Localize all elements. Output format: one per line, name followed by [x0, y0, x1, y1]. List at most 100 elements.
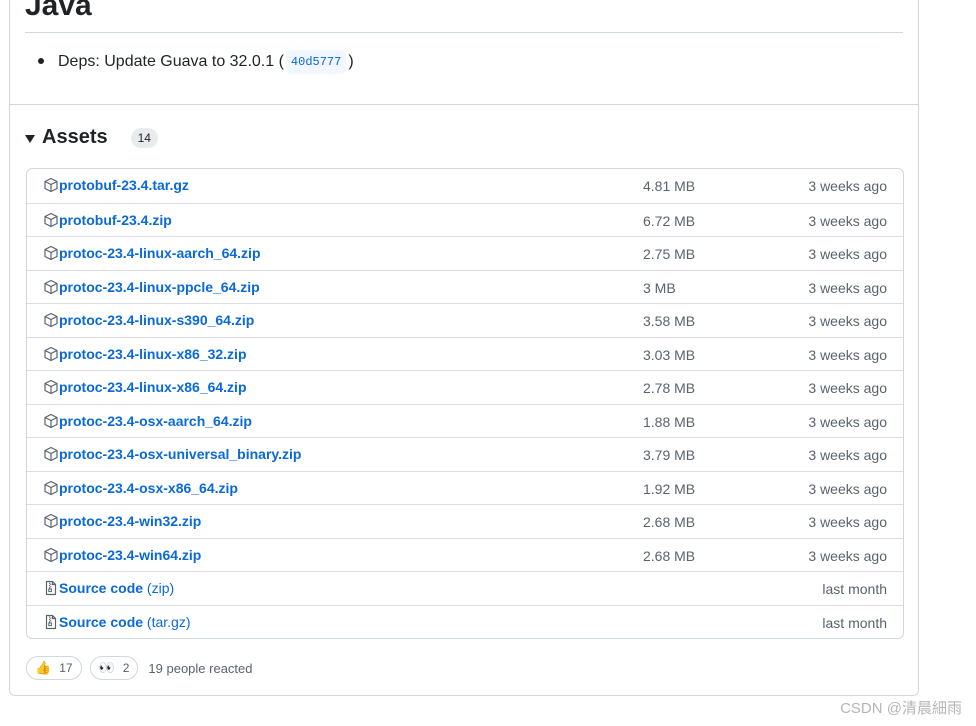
asset-row: Source code (zip) last month: [27, 571, 903, 605]
asset-row: protoc-23.4-linux-s390_64.zip 3.58 MB 3 we…: [27, 303, 903, 337]
package-icon: [43, 480, 59, 496]
asset-name: protoc-23.4-linux-ppcle_64.zip: [59, 278, 260, 295]
asset-size: 1.88 MB: [643, 413, 696, 430]
asset-time: last month: [822, 614, 887, 631]
thumbs-up-icon: 👍: [35, 660, 52, 675]
eyes-icon: 👀: [98, 660, 115, 675]
asset-download-link[interactable]: protoc-23.4-linux-x86_32.zip: [59, 346, 247, 362]
note-close: ): [348, 53, 354, 70]
package-icon: [43, 279, 59, 295]
package-icon: [43, 547, 59, 563]
package-icon: [43, 346, 59, 362]
asset-time: 3 weeks ago: [808, 380, 887, 396]
package-icon: [43, 413, 59, 429]
asset-time: 3 weeks ago: [808, 413, 887, 430]
asset-download-link[interactable]: protobuf-23.4.tar.gz: [59, 177, 189, 193]
asset-size: 2.78 MB: [643, 380, 696, 396]
reaction-eyes-button[interactable]: 👀 2: [89, 656, 139, 680]
asset-name: protoc-23.4-linux-s390_64.zip: [59, 312, 255, 328]
asset-time: 3 weeks ago: [808, 514, 887, 530]
package-icon: [43, 212, 59, 228]
asset-row: protobuf-23.4.zip 6.72 MB 3 weeks ago: [27, 202, 903, 237]
package-icon: [43, 379, 59, 395]
asset-name: protoc-23.4-linux-x86_32.zip: [59, 345, 247, 362]
reactions-summary: 19 people reacted: [148, 660, 253, 676]
asset-time: 3 weeks ago: [808, 447, 887, 463]
asset-download-link[interactable]: protoc-23.4-linux-s390_64.zip: [59, 312, 254, 328]
asset-row: protoc-23.4-win32.zip 2.68 MB 3 weeks ago: [27, 504, 903, 538]
heading-divider: [25, 32, 903, 33]
file-zip-icon: [43, 580, 59, 596]
assets-toggle[interactable]: Assets 14: [25, 126, 158, 149]
asset-name: protoc-23.4-linux-x86_64.zip: [59, 379, 247, 395]
commit-sha-link[interactable]: 40d5777: [285, 50, 347, 74]
reaction-count: 2: [122, 661, 130, 675]
asset-time: 3 weeks ago: [808, 178, 887, 194]
asset-size: 6.72 MB: [643, 212, 696, 229]
release-notes: Deps: Update Guava to 32.0.1 (40d5777): [38, 50, 354, 74]
package-icon: [43, 312, 59, 328]
asset-size: 2.75 MB: [643, 246, 696, 262]
asset-name: protobuf-23.4.zip: [59, 211, 172, 228]
asset-name: protobuf-23.4.tar.gz: [59, 177, 189, 193]
asset-name: protoc-23.4-win64.zip: [59, 546, 202, 563]
asset-download-link[interactable]: protoc-23.4-linux-ppcle_64.zip: [59, 279, 260, 295]
asset-name: protoc-23.4-osx-universal_binary.zip: [59, 446, 302, 462]
asset-size: 4.81 MB: [643, 178, 696, 194]
assets-count-badge: 14: [130, 127, 158, 148]
asset-time: 3 weeks ago: [808, 480, 887, 497]
asset-download-link[interactable]: Source code (tar.gz): [59, 614, 191, 630]
asset-name: Source code: [59, 613, 144, 630]
assets-title: Assets: [42, 126, 108, 148]
asset-download-link[interactable]: protoc-23.4-osx-universal_binary.zip: [59, 446, 301, 462]
package-icon: [43, 245, 59, 261]
asset-name: protoc-23.4-osx-x86_64.zip: [59, 479, 238, 496]
bullet-icon: [38, 58, 44, 64]
asset-download-link[interactable]: protoc-23.4-osx-x86_64.zip: [59, 480, 238, 496]
asset-name: protoc-23.4-osx-aarch_64.zip: [59, 412, 252, 429]
asset-download-link[interactable]: Source code (zip): [59, 580, 174, 596]
package-icon: [43, 177, 59, 193]
asset-download-link[interactable]: protoc-23.4-osx-aarch_64.zip: [59, 413, 252, 429]
file-zip-icon: [43, 614, 59, 630]
asset-row: Source code (tar.gz) last month: [27, 604, 903, 639]
asset-download-link[interactable]: protobuf-23.4.zip: [59, 212, 172, 228]
reaction-thumbs-up-button[interactable]: 👍 17: [26, 656, 82, 680]
asset-name: protoc-23.4-win32.zip: [59, 513, 202, 529]
asset-size: 3.58 MB: [643, 313, 696, 329]
asset-download-link[interactable]: protoc-23.4-win32.zip: [59, 513, 201, 529]
reactions-bar: 👍 17 👀 2 19 people reacted: [26, 656, 253, 680]
asset-size: 2.68 MB: [643, 547, 696, 564]
asset-download-link[interactable]: protoc-23.4-linux-aarch_64.zip: [59, 245, 261, 261]
asset-row: protoc-23.4-osx-x86_64.zip 1.92 MB 3 weeks…: [27, 470, 903, 505]
asset-download-link[interactable]: protoc-23.4-win64.zip: [59, 547, 201, 563]
asset-row: protoc-23.4-win64.zip 2.68 MB 3 weeks ago: [27, 537, 903, 572]
asset-time: 3 weeks ago: [808, 346, 887, 363]
asset-time: last month: [822, 581, 887, 597]
asset-suffix: (tar.gz): [143, 613, 191, 630]
asset-row: protoc-23.4-osx-universal_binary.zip 3.79…: [27, 437, 903, 471]
section-divider: [10, 104, 919, 105]
assets-list: protobuf-23.4.tar.gz 4.81 MB 3 weeks ago pr…: [26, 168, 904, 639]
asset-size: 3.03 MB: [643, 346, 696, 363]
package-icon: [43, 446, 59, 462]
asset-row: protoc-23.4-linux-ppcle_64.zip 3 MB 3 week…: [27, 269, 903, 304]
asset-row: protoc-23.4-linux-x86_32.zip 3.03 MB 3 wee…: [27, 336, 903, 371]
asset-time: 3 weeks ago: [808, 547, 887, 564]
asset-download-link[interactable]: protoc-23.4-linux-x86_64.zip: [59, 379, 247, 395]
triangle-down-icon: [25, 134, 35, 143]
reaction-count: 17: [59, 661, 73, 675]
asset-time: 3 weeks ago: [808, 313, 887, 329]
release-heading: Java: [25, 0, 92, 22]
asset-size: 3.79 MB: [643, 447, 696, 463]
asset-row: protobuf-23.4.tar.gz 4.81 MB 3 weeks ago: [27, 169, 903, 203]
asset-name: Source code: [59, 580, 144, 596]
asset-size: 3 MB: [643, 279, 676, 296]
note-text: Deps: Update Guava to 32.0.1 (: [58, 53, 284, 70]
asset-size: 2.68 MB: [643, 514, 696, 530]
package-icon: [43, 513, 59, 529]
watermark: CSDN @清晨細雨: [840, 700, 962, 717]
asset-row: protoc-23.4-osx-aarch_64.zip 1.88 MB 3 wee…: [27, 403, 903, 438]
asset-row: protoc-23.4-linux-x86_64.zip 2.78 MB 3 wee…: [27, 370, 903, 404]
asset-time: 3 weeks ago: [808, 212, 887, 229]
